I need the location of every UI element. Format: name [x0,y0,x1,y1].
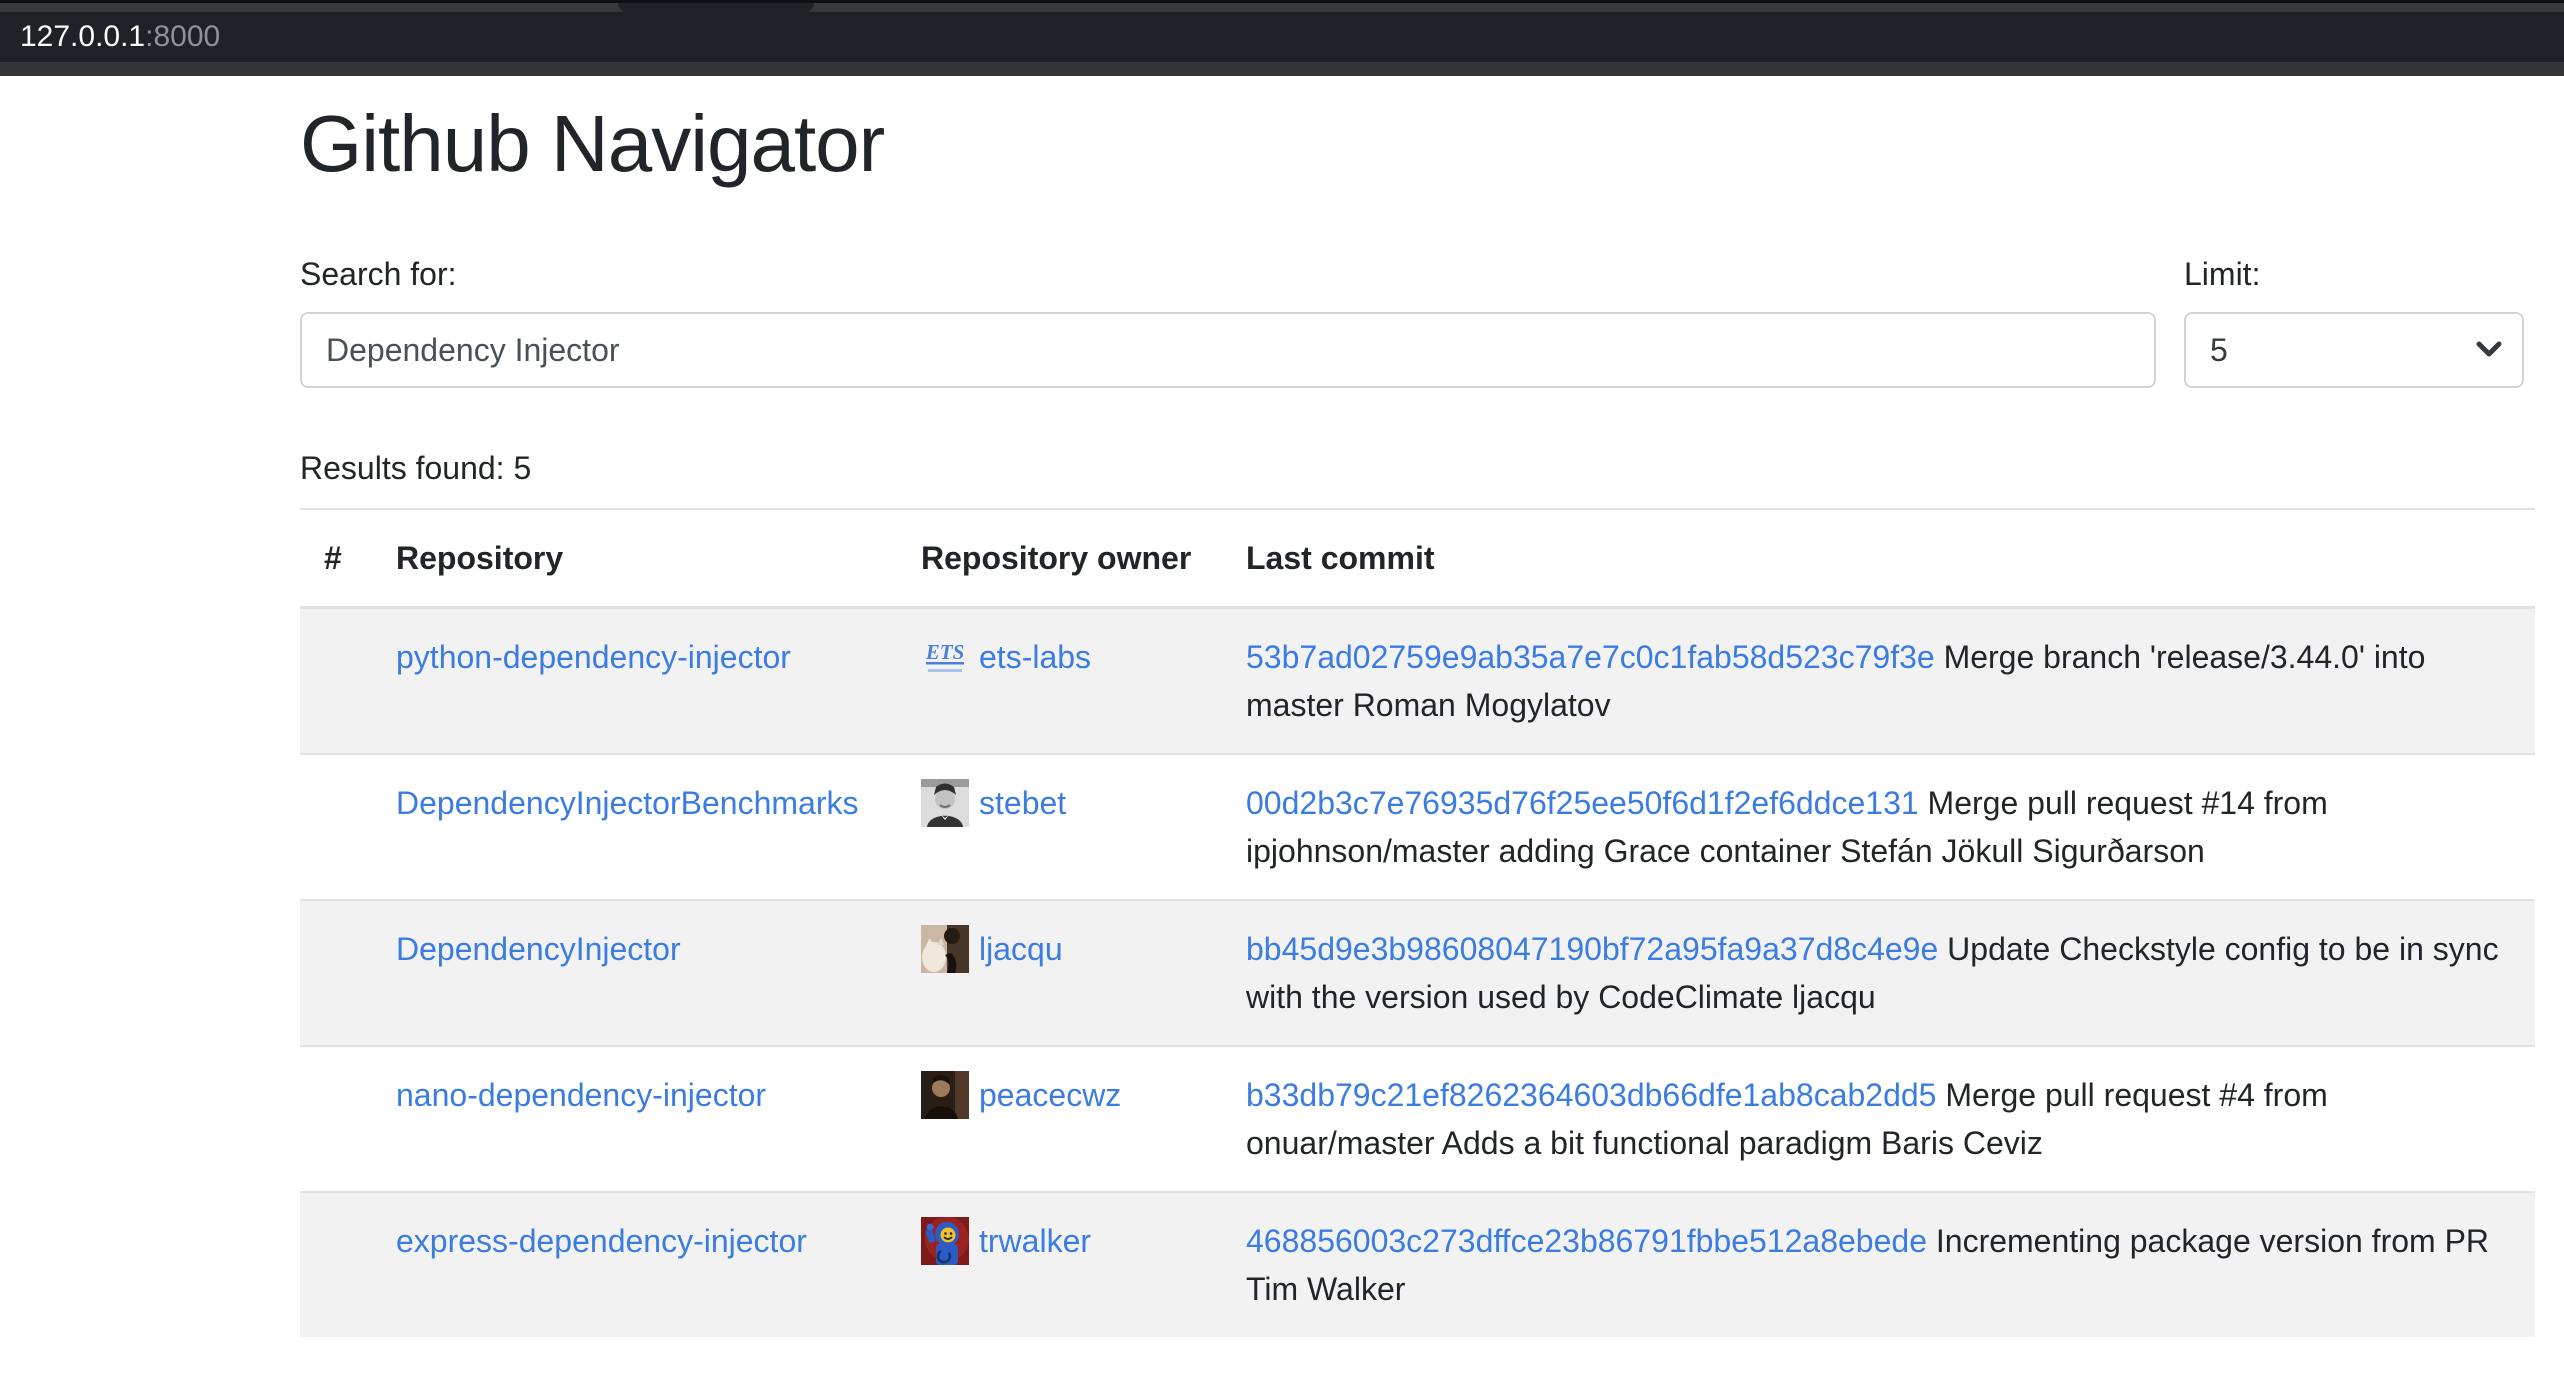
url-host: 127.0.0.1 [20,20,145,54]
repository-link[interactable]: DependencyInjectorBenchmarks [396,785,858,821]
browser-active-tab[interactable] [618,3,814,12]
repository-link[interactable]: express-dependency-injector [396,1223,807,1259]
avatar-trwalker [921,1217,969,1265]
url-port: :8000 [145,20,220,54]
header-commit: Last commit [1222,509,2535,608]
owner-link[interactable]: trwalker [979,1217,1091,1265]
repository-link[interactable]: nano-dependency-injector [396,1077,766,1113]
search-label: Search for: [300,250,2156,298]
results-summary: Results found: 5 [300,444,2535,492]
limit-select[interactable]: 5 [2184,312,2524,388]
avatar-ljacqu [921,925,969,973]
header-repository: Repository [372,509,897,608]
search-form: Search for: Limit: 5 [300,250,2535,388]
row-index [300,754,372,900]
browser-topbar: 127.0.0.1:8000 [0,0,2564,76]
page-container: Github Navigator Search for: Limit: 5 Re… [300,76,2535,1337]
commit-hash-link[interactable]: 00d2b3c7e76935d76f25ee50f6d1f2ef6ddce131 [1246,785,1919,821]
svg-text:ETS: ETS [925,640,965,664]
commit-hash-link[interactable]: 53b7ad02759e9ab35a7e7c0c1fab58d523c79f3e [1246,639,1935,675]
owner-link[interactable]: ets-labs [979,633,1091,681]
header-owner: Repository owner [897,509,1222,608]
commit-hash-link[interactable]: bb45d9e3b98608047190bf72a95fa9a37d8c4e9e [1246,931,1938,967]
row-index [300,1192,372,1337]
row-index [300,900,372,1046]
owner-link[interactable]: peacecwz [979,1071,1121,1119]
limit-select-wrap: 5 [2184,312,2524,388]
header-index: # [300,509,372,608]
search-group: Search for: [300,250,2156,388]
repository-link[interactable]: python-dependency-injector [396,639,791,675]
table-row: DependencyInjector ljacqu [300,900,2535,1046]
commit-hash-link[interactable]: b33db79c21ef8262364603db66dfe1ab8cab2dd5 [1246,1077,1936,1113]
repository-link[interactable]: DependencyInjector [396,931,681,967]
search-input[interactable] [300,312,2156,388]
table-row: python-dependency-injector ETS ets-labs … [300,608,2535,755]
limit-label: Limit: [2184,250,2524,298]
owner-link[interactable]: ljacqu [979,925,1063,973]
table-row: nano-dependency-injector peacecwz [300,1046,2535,1192]
table-row: DependencyInjectorBenchmarks stebet [300,754,2535,900]
browser-url-bar[interactable]: 127.0.0.1:8000 [0,12,2564,62]
commit-hash-link[interactable]: 468856003c273dffce23b86791fbbe512a8ebede [1246,1223,1927,1259]
owner-link[interactable]: stebet [979,779,1066,827]
table-row: express-dependency-injector [300,1192,2535,1337]
topbar-bottom-strip [0,62,2564,76]
limit-group: Limit: 5 [2184,250,2524,388]
table-header: # Repository Repository owner Last commi… [300,509,2535,608]
page-title: Github Navigator [300,96,2535,192]
row-index [300,608,372,755]
avatar-stebet [921,779,969,827]
row-index [300,1046,372,1192]
avatar-peacecwz [921,1071,969,1119]
browser-tab-strip [0,3,2564,12]
results-table: # Repository Repository owner Last commi… [300,508,2535,1337]
avatar-ets-labs: ETS [921,633,969,681]
